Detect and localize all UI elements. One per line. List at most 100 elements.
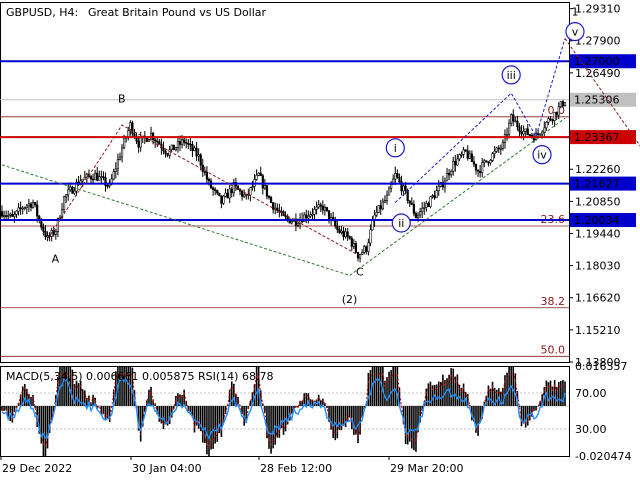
macd-histogram-bar	[359, 405, 361, 435]
candle-body	[445, 172, 449, 182]
candle-body	[5, 215, 8, 217]
candle-body	[524, 128, 527, 132]
macd-histogram-bar	[338, 405, 341, 430]
candle-body	[29, 203, 33, 208]
candle-body	[25, 205, 28, 208]
candle-body	[323, 207, 326, 211]
candle-body	[156, 140, 159, 143]
macd-histogram-bar	[437, 381, 440, 406]
candle-body	[23, 207, 26, 209]
candle-body	[69, 187, 72, 191]
candle-body	[474, 163, 478, 171]
candle-body	[437, 185, 440, 192]
macd-histogram-bar	[456, 374, 459, 406]
candle-body	[452, 161, 455, 172]
candle-body	[371, 220, 374, 231]
candle-body	[21, 207, 24, 210]
macd-histogram-bar	[210, 405, 212, 450]
candle-body	[286, 216, 289, 220]
candle-body	[383, 200, 387, 203]
price-tick-label: 1.19440	[575, 227, 621, 240]
candle-body	[375, 212, 378, 216]
candle-body	[476, 169, 480, 172]
indicator-tick-label: 30.00	[575, 423, 607, 436]
candle-body	[501, 142, 505, 149]
macd-histogram-bar	[332, 405, 334, 438]
wave-label-ii: ii	[398, 217, 404, 230]
candle-body	[385, 194, 389, 201]
candle-body	[263, 185, 266, 189]
candle-body	[261, 175, 264, 189]
key-level-label: 1.20034	[574, 214, 620, 227]
candle-body	[42, 226, 45, 232]
candle-body	[450, 171, 453, 176]
candle-body	[497, 147, 500, 150]
candle-body	[408, 200, 411, 204]
candle-body	[340, 230, 343, 233]
wave-label-1: 1	[572, 6, 579, 19]
candle-body	[65, 194, 68, 198]
candle-body	[549, 118, 552, 121]
candle-body	[553, 111, 556, 121]
candle-body	[112, 171, 115, 180]
candle-body	[516, 120, 519, 128]
candle-body	[493, 150, 496, 154]
candle-body	[243, 194, 246, 197]
macd-histogram-bar	[477, 405, 479, 436]
candle-body	[98, 176, 101, 181]
macd-histogram-bar	[201, 405, 204, 443]
macd-histogram-bar	[208, 405, 210, 456]
candle-body	[131, 122, 134, 135]
candle-body	[191, 144, 194, 151]
candle-body	[472, 161, 476, 165]
candle-body	[267, 195, 271, 198]
macd-histogram-bar	[431, 385, 434, 406]
macd-histogram-bar	[377, 366, 380, 406]
candle-body	[9, 213, 12, 216]
candle-body	[338, 229, 341, 233]
candle-body	[193, 147, 196, 151]
candle-body	[396, 172, 399, 178]
candle-body	[170, 144, 173, 150]
candle-body	[228, 188, 231, 199]
macd-histogram-bar	[266, 405, 268, 439]
key-level-label: 1.23367	[574, 131, 620, 144]
candle-body	[543, 127, 546, 133]
candle-body	[120, 147, 124, 158]
macd-histogram-bar	[44, 405, 47, 456]
candle-body	[102, 176, 105, 178]
candle-body	[46, 235, 49, 238]
candle-body	[166, 153, 169, 156]
candle-body	[19, 207, 22, 210]
gbpusd-chart[interactable]: 1.293101.279001.264901.236701.222601.208…	[0, 0, 640, 480]
candle-body	[344, 231, 347, 237]
macd-histogram-bar	[560, 381, 562, 406]
wave-label-iv: iv	[537, 149, 547, 162]
macd-histogram-bar	[270, 405, 272, 454]
macd-histogram-bar	[206, 405, 208, 455]
candle-body	[164, 150, 167, 154]
candle-body	[499, 147, 502, 150]
candle-body	[185, 142, 188, 144]
candle-body	[458, 154, 461, 160]
candle-body	[296, 223, 300, 226]
candle-body	[325, 207, 329, 211]
candle-body	[96, 172, 99, 181]
candle-body	[545, 121, 548, 129]
macd-histogram-bar	[373, 366, 376, 406]
candle-body	[265, 185, 269, 197]
candle-body	[118, 156, 122, 160]
macd-histogram-bar	[34, 405, 36, 408]
wave-label-a: A	[52, 253, 60, 266]
candle-body	[315, 206, 318, 210]
candle-body	[404, 185, 407, 191]
candle-body	[508, 122, 511, 135]
candle-body	[510, 114, 513, 124]
candle-body	[205, 171, 209, 180]
candle-body	[342, 230, 345, 237]
candle-body	[85, 173, 88, 178]
candle-body	[218, 192, 221, 196]
candle-body	[369, 229, 372, 244]
candle-body	[379, 205, 382, 210]
candle-body	[394, 172, 397, 180]
